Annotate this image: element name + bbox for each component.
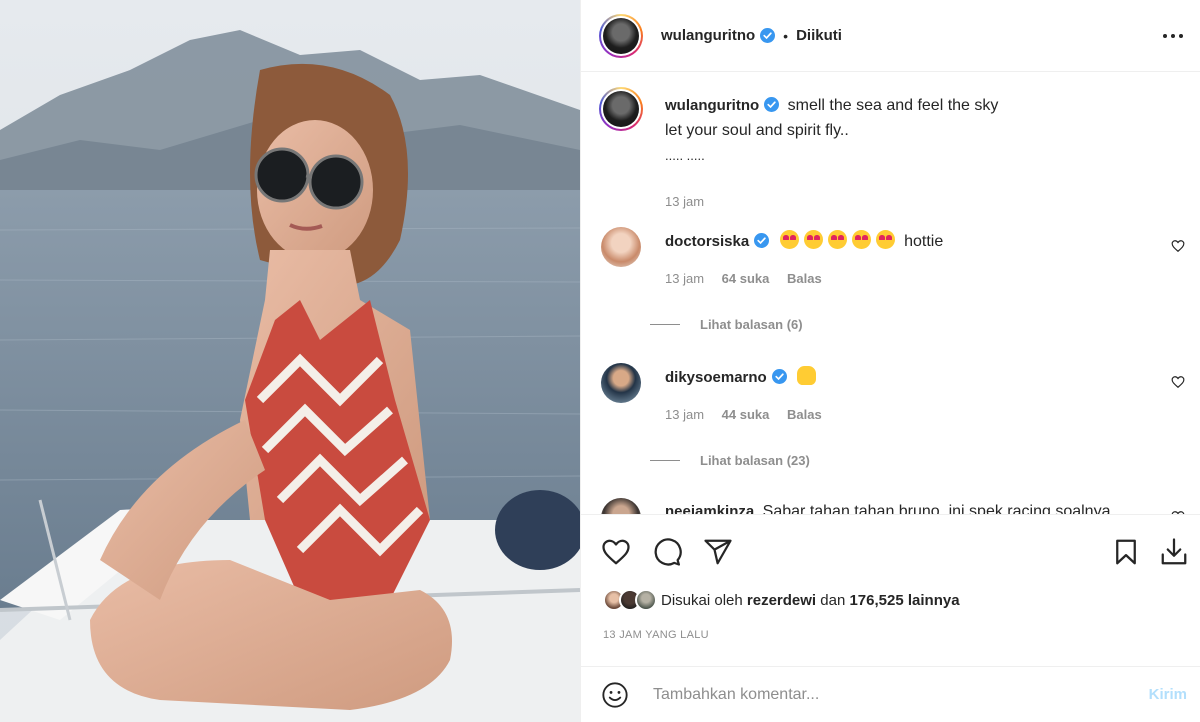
heart-eyes-emoji: [803, 230, 823, 249]
verified-badge-icon: [764, 97, 780, 112]
liked-by: Disukai oleh rezerdewi dan 176,525 lainn…: [603, 589, 960, 611]
post-actions: Disukai oleh rezerdewi dan 176,525 lainn…: [581, 514, 1200, 666]
comment-likes[interactable]: 44 suka: [722, 407, 770, 422]
post-detail-panel: wulanguritno • Diikuti wulanguritno smel…: [580, 0, 1200, 722]
liked-by-and: dan: [820, 591, 846, 609]
caption-time[interactable]: 13 jam: [665, 194, 704, 209]
heart-icon[interactable]: [601, 537, 631, 567]
comment-like-heart-icon[interactable]: [1171, 239, 1185, 253]
caption-line-3: ..... .....: [665, 148, 705, 163]
post-photo[interactable]: [0, 0, 580, 722]
liked-by-user[interactable]: rezerdewi: [747, 592, 816, 609]
comment-text: hottie: [904, 233, 944, 250]
comments-list[interactable]: wulanguritno smell the sea and feel the …: [581, 72, 1200, 514]
separator-dot: •: [783, 27, 789, 44]
comment-meta: 13 jam 64 suka Balas: [665, 271, 822, 286]
verified-badge-icon: [760, 28, 776, 43]
download-icon[interactable]: [1159, 537, 1189, 567]
liked-by-prefix: Disukai oleh: [661, 591, 743, 609]
comment-likes[interactable]: 64 suka: [722, 271, 770, 286]
post-comment-button[interactable]: Kirim: [1149, 686, 1187, 703]
view-replies-label: Lihat balasan (6): [700, 317, 803, 332]
heart-eyes-emoji: [827, 230, 847, 249]
commenter-avatar[interactable]: [601, 363, 641, 403]
heart-eyes-emoji: [851, 230, 871, 249]
view-replies-button[interactable]: Lihat balasan (23): [647, 453, 810, 468]
comment-item: dikysoemarno 13 jam 44 suka Balas: [599, 363, 1189, 443]
post-image: [0, 0, 580, 722]
caption-line-1: smell the sea and feel the sky: [787, 97, 999, 114]
likes-count[interactable]: 176,525 lainnya: [849, 592, 959, 609]
comment-text: Sabar tahan tahan bruno, ini spek racing…: [762, 503, 1111, 514]
bookmark-icon[interactable]: [1111, 537, 1141, 567]
reply-button[interactable]: Balas: [787, 271, 822, 286]
verified-badge-icon: [754, 233, 770, 248]
commenter-username[interactable]: dikysoemarno: [665, 369, 767, 386]
heart-eyes-emoji: [875, 230, 895, 249]
comment-meta: 13 jam 44 suka Balas: [665, 407, 822, 422]
reply-button[interactable]: Balas: [787, 407, 822, 422]
comment-icon[interactable]: [652, 537, 682, 567]
view-replies-label: Lihat balasan (23): [700, 453, 810, 468]
author-avatar[interactable]: [599, 13, 643, 58]
post-timestamp[interactable]: 13 JAM YANG LALU: [603, 629, 709, 641]
comment-like-heart-icon[interactable]: [1171, 375, 1185, 389]
heart-eyes-emoji: [779, 230, 799, 249]
add-comment-bar: Kirim: [581, 666, 1200, 722]
comment-time[interactable]: 13 jam: [665, 407, 704, 422]
emoji-smile-icon[interactable]: [601, 681, 629, 709]
liker-avatars[interactable]: [603, 589, 657, 611]
view-replies-button[interactable]: Lihat balasan (6): [647, 317, 803, 332]
caption-line-2: let your soul and spirit fly..: [665, 122, 849, 139]
caption-username[interactable]: wulanguritno: [665, 97, 759, 114]
commenter-avatar[interactable]: [601, 498, 641, 514]
commenter-avatar[interactable]: [601, 227, 641, 267]
author-username[interactable]: wulanguritno: [661, 27, 755, 44]
comment-item: doctorsiska hottie 13 jam 64 suka Balas: [599, 227, 1189, 307]
comment-time[interactable]: 13 jam: [665, 271, 704, 286]
commenter-username[interactable]: neejamkinza: [665, 503, 754, 514]
following-button[interactable]: Diikuti: [796, 27, 842, 44]
comment-input[interactable]: [653, 682, 1123, 708]
verified-badge-icon: [771, 369, 787, 384]
post-header: wulanguritno • Diikuti: [581, 0, 1200, 72]
comment-item: neejamkinza Sabar tahan tahan bruno, ini…: [599, 498, 1189, 514]
more-options-icon[interactable]: [1161, 24, 1185, 48]
commenter-username[interactable]: doctorsiska: [665, 233, 749, 250]
share-icon[interactable]: [703, 537, 733, 567]
caption-avatar[interactable]: [599, 87, 643, 131]
raised-hands-emoji: [797, 366, 817, 385]
